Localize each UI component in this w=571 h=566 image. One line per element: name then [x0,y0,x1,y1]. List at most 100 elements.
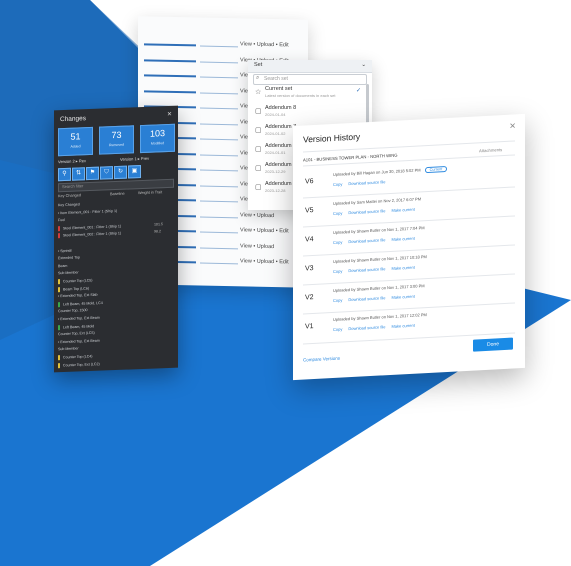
stat-added-label: Added [70,144,81,149]
stat-modified[interactable]: 103 Modified [140,123,175,154]
close-icon[interactable]: ✕ [509,121,516,130]
list-item[interactable]: View • Upload • Edit [144,38,304,55]
tree-row[interactable]: Sub Member [58,271,79,278]
tree-row[interactable]: Steel Element_002 : Fitter 1 (Ship 1) 98.… [58,230,161,239]
tree-row[interactable]: Counter Top, Ext (LC5) [58,331,95,338]
tree-row[interactable]: Extended Top [58,256,80,263]
version-actions: Copy Download source file Make current [333,322,421,332]
list-item-bar [144,89,196,93]
make-current-link[interactable]: Make current [391,236,414,242]
tab-version-1[interactable]: Version 1 ▸ Prev [120,156,149,162]
tree-row-label: • Extended Top, Ext Beam [58,315,100,322]
set-search-input[interactable]: ⌕ Search set [253,74,367,85]
version-uploader: Uploaded by Bill Hagan on Jun 30, 2018 5… [333,165,448,178]
version-id: V3 [305,265,314,273]
tree-row[interactable]: • Item Element_001 : Fitter 1 (Ship 1) [58,209,117,217]
refresh-icon[interactable]: ↻ [114,165,127,180]
list-item-sub-bar [200,45,238,48]
download-source-link[interactable]: Download source file [348,208,385,215]
person-icon[interactable]: ⚲ [58,167,71,182]
copy-link[interactable]: Copy [333,210,342,215]
copy-link[interactable]: Copy [333,239,342,244]
tree-row[interactable]: • Extended Top, Ext Beam [58,316,100,324]
tree-row[interactable]: Fuel [58,218,65,224]
change-swatch [58,233,60,239]
copy-link[interactable]: Copy [333,326,342,331]
walk-icon[interactable]: ⚑ [86,166,99,181]
copy-link[interactable]: Copy [333,268,342,273]
download-source-link[interactable]: Download source file [348,237,385,244]
tree-row[interactable]: Beam [58,264,67,270]
filter-icon[interactable]: ⛉ [100,166,113,180]
copy-link[interactable]: Copy [333,297,342,302]
dropdown-header[interactable]: Set ⌄ [248,60,372,73]
option-subtitle: 2023-12-29 [265,169,286,174]
tree-row[interactable]: Counter Top (LC5) [58,278,93,285]
dropdown-option[interactable]: ▢ Addendum 8 2024-01-04 [253,105,363,119]
version-id: V6 [305,178,314,186]
tab-version-2[interactable]: Version 2 ▸ Rev [58,158,86,164]
make-current-link[interactable]: Make current [391,265,414,271]
make-current-link[interactable]: Make current [391,323,414,329]
stat-modified-value: 103 [149,128,166,139]
tree-row[interactable]: • Extended Top, Ext Beam [58,338,100,346]
change-swatch [58,279,60,285]
tree-row[interactable]: Beam Top (LC6) [58,286,89,293]
filter-placeholder: Search filter [62,183,84,190]
stat-added[interactable]: 51 Added [58,126,93,157]
make-current-link[interactable]: Make current [391,294,414,300]
stat-removed[interactable]: 73 Removed [99,125,134,155]
close-icon[interactable]: ✕ [167,111,172,118]
tree-row-label: Counter Top, 1500 [58,308,88,314]
dropdown-option[interactable]: ☆ Current set Latest version of documents … [253,86,363,100]
download-source-link[interactable]: Download source file [348,295,385,302]
download-source-link[interactable]: Download source file [348,266,385,273]
change-swatch [58,225,60,232]
version-actions: Copy Download source file Make current [333,235,421,245]
tree-row-label: Counter Top (LC5) [62,278,93,284]
uploader-text: Uploaded by Sam Mattei on Nov 2, 2017 6:… [333,196,422,206]
attachments-link[interactable]: Attachments [479,147,502,153]
download-source-link[interactable]: Download source file [348,179,385,186]
copy-link[interactable]: Copy [333,181,342,186]
make-current-link[interactable]: Make current [391,207,414,213]
version-uploader: Uploaded by Shawn Butler on Nov 1, 2017 … [333,225,425,235]
tree-row[interactable]: Counter Top, 1500 [58,308,88,315]
tree-row-label: Fuel [58,218,65,223]
download-source-link[interactable]: Download source file [348,324,385,331]
uploader-text: Uploaded by Shawn Butler on Nov 1, 2017 … [333,283,425,293]
layers-icon[interactable]: ▣ [128,165,141,179]
tree-row[interactable]: Left Beam, 45 Mold [58,323,94,330]
list-item-sub-bar [200,107,238,110]
arrow-icon[interactable]: ⇅ [72,167,85,181]
tree-row[interactable]: Counter Top (LC4) [58,354,93,361]
marketing-collage: View • Upload • Edit View • Upload • Edit… [0,0,571,566]
version-uploader: Uploaded by Shawn Butler on Nov 1, 2017 … [333,254,427,264]
tree-row[interactable]: Key Changed [58,202,80,209]
list-item-sub-bar [200,200,238,203]
done-button[interactable]: Done [473,337,513,352]
stat-added-value: 51 [70,131,81,142]
tree-row[interactable]: • Sprint8 [58,248,72,255]
list-item-permissions: View • Upload [240,242,275,250]
list-item-sub-bar [200,76,238,79]
list-item-sub-bar [200,61,238,63]
list-item-sub-bar [200,185,238,187]
chevron-down-icon[interactable]: ⌄ [361,62,366,68]
tree-row[interactable]: Sub Member [58,347,79,354]
doc-icon: ▢ [255,184,262,191]
option-title: Addendum [265,162,292,168]
tree-row-label: Left Beam, 45 Mold, LC4 [62,300,103,307]
tree-row[interactable]: Left Beam, 45 Mold, LC4 [58,300,103,308]
tree-row-label: • Extended Top, Ext Beam [58,338,100,345]
list-item-permissions: View • Upload • Edit [240,227,289,235]
option-title: Addendum [265,181,292,187]
tree-row-label: Counter Top, Ext (LC2) [62,361,100,368]
doc-icon: ▢ [255,146,262,153]
list-item-permissions: View • Upload [240,211,275,219]
tree-row[interactable]: Counter Top, Ext (LC2) [58,361,100,369]
compare-versions-link[interactable]: Compare Versions [303,356,340,363]
version-uploader: Uploaded by Shawn Butler on Nov 1, 2017 … [333,312,427,322]
list-item-sub-bar [200,154,238,156]
tree-row[interactable]: • Extended Top, Ext Slab [58,293,98,301]
